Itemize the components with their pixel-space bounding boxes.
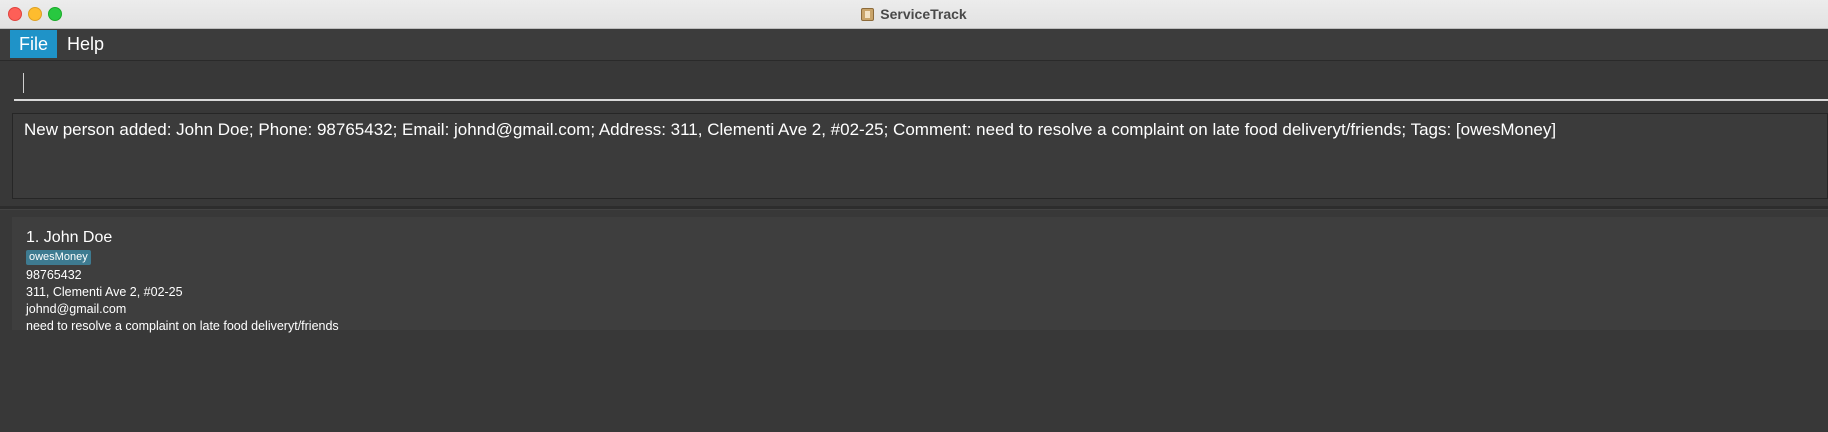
tag-badge: owesMoney xyxy=(26,250,91,265)
window-title-group: ServiceTrack xyxy=(0,0,1828,28)
person-list[interactable]: 1. John Doe owesMoney 98765432 311, Clem… xyxy=(0,211,1828,432)
person-name: 1. John Doe xyxy=(26,229,113,246)
menu-file[interactable]: File xyxy=(10,30,58,58)
menu-bar: File Help xyxy=(0,29,1828,61)
result-display[interactable]: New person added: John Doe; Phone: 98765… xyxy=(12,113,1828,199)
title-bar[interactable]: ServiceTrack xyxy=(0,0,1828,29)
pane-divider[interactable] xyxy=(0,206,1828,210)
person-address: 311, Clementi Ave 2, #02-25 xyxy=(26,285,183,299)
result-message: New person added: John Doe; Phone: 98765… xyxy=(24,120,1557,139)
person-card[interactable]: 1. John Doe owesMoney 98765432 311, Clem… xyxy=(12,217,1828,333)
text-caret xyxy=(23,73,24,93)
command-input[interactable] xyxy=(14,69,1828,101)
app-window: ServiceTrack File Help New person added:… xyxy=(0,0,1828,432)
person-phone: 98765432 xyxy=(26,268,82,282)
person-comment: need to resolve a complaint on late food… xyxy=(26,319,339,333)
app-icon xyxy=(861,7,875,21)
person-email: johnd@gmail.com xyxy=(26,302,127,316)
window-title: ServiceTrack xyxy=(880,6,967,22)
menu-help[interactable]: Help xyxy=(58,30,113,58)
command-box xyxy=(0,61,1828,107)
